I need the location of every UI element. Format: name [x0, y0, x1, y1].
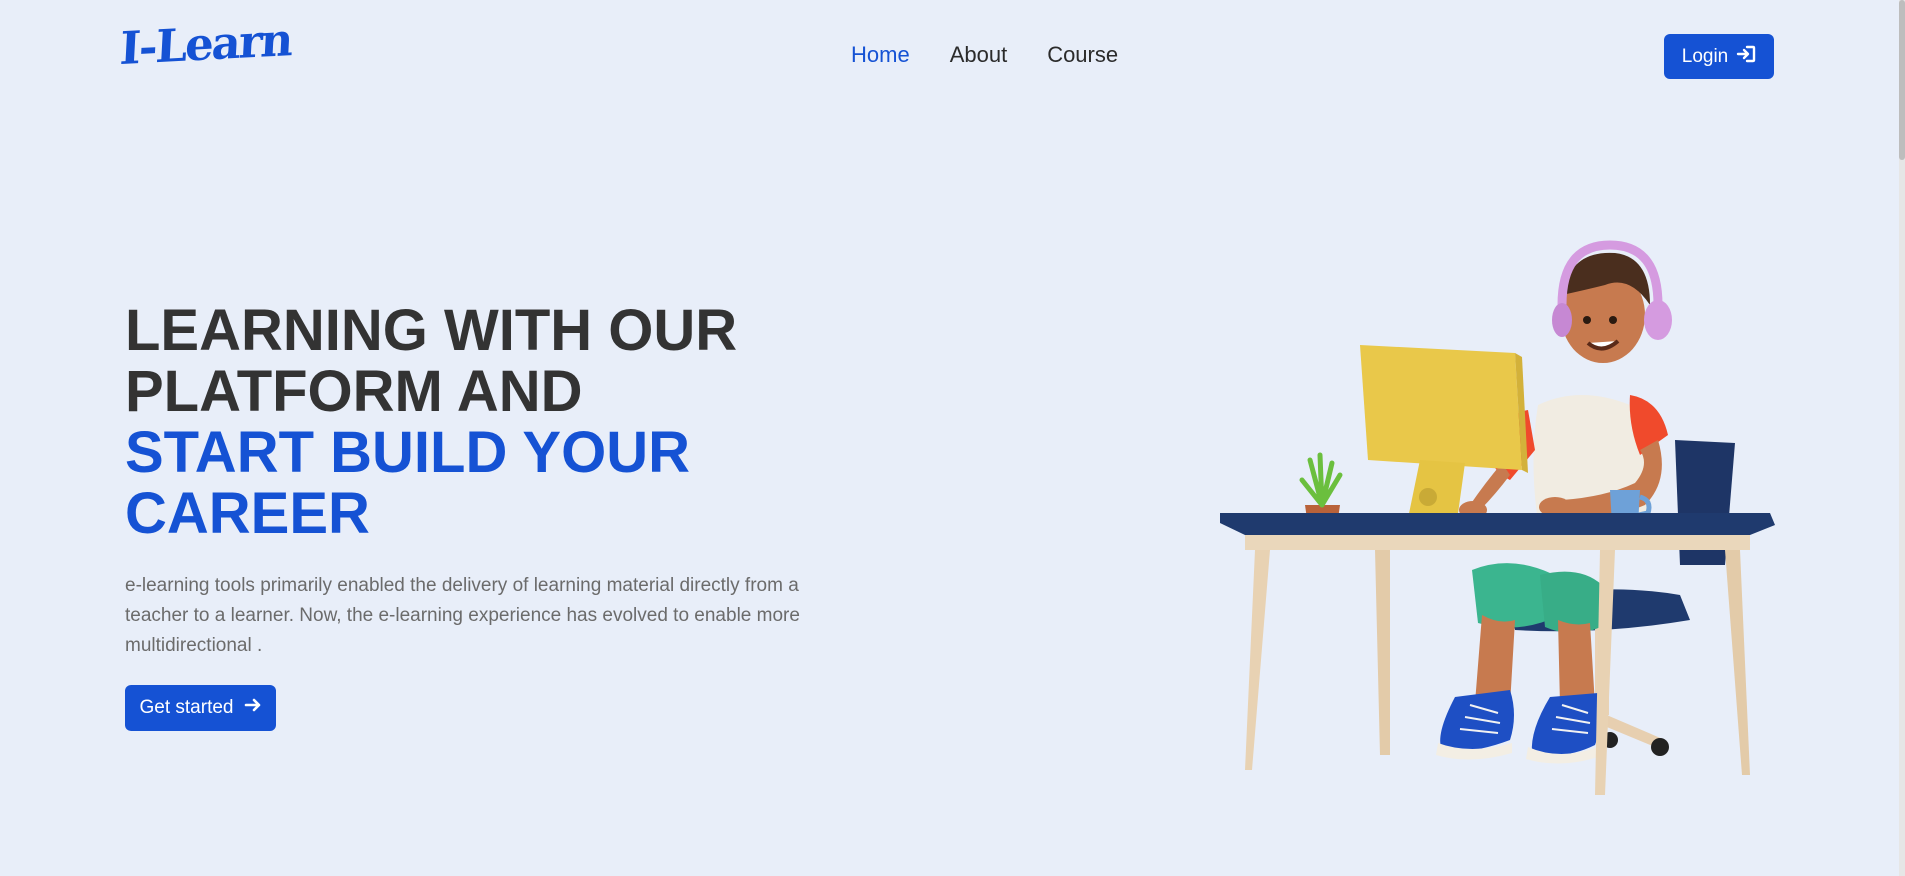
page-scrollbar[interactable]	[1899, 0, 1905, 876]
headline-line-4: CAREER	[125, 481, 370, 546]
headline-line-1: LEARNING WITH OUR	[125, 298, 738, 363]
navbar: I-Learn Home About Course Login	[0, 0, 1905, 112]
arrow-right-icon	[244, 697, 262, 719]
get-started-button[interactable]: Get started	[125, 685, 276, 731]
hero-section: LEARNING WITH OUR PLATFORM AND START BUI…	[125, 300, 885, 731]
sign-in-icon	[1736, 45, 1756, 69]
nav-links: Home About Course	[851, 42, 1118, 68]
person-at-desk-illustration	[1210, 235, 1780, 805]
brand-logo[interactable]: I-Learn	[119, 13, 293, 75]
login-button[interactable]: Login	[1664, 34, 1774, 79]
headline-line-2: PLATFORM AND	[125, 359, 583, 424]
headline-line-3: START BUILD YOUR	[125, 420, 690, 485]
login-button-label: Login	[1681, 45, 1729, 67]
hero-description: e-learning tools primarily enabled the d…	[125, 575, 800, 656]
nav-link-course[interactable]: Course	[1047, 42, 1118, 68]
get-started-label: Get started	[139, 697, 234, 718]
hero-headline: LEARNING WITH OUR PLATFORM AND START BUI…	[125, 300, 885, 544]
nav-link-about[interactable]: About	[950, 42, 1008, 68]
nav-link-home[interactable]: Home	[851, 42, 910, 68]
scrollbar-thumb[interactable]	[1899, 0, 1905, 160]
